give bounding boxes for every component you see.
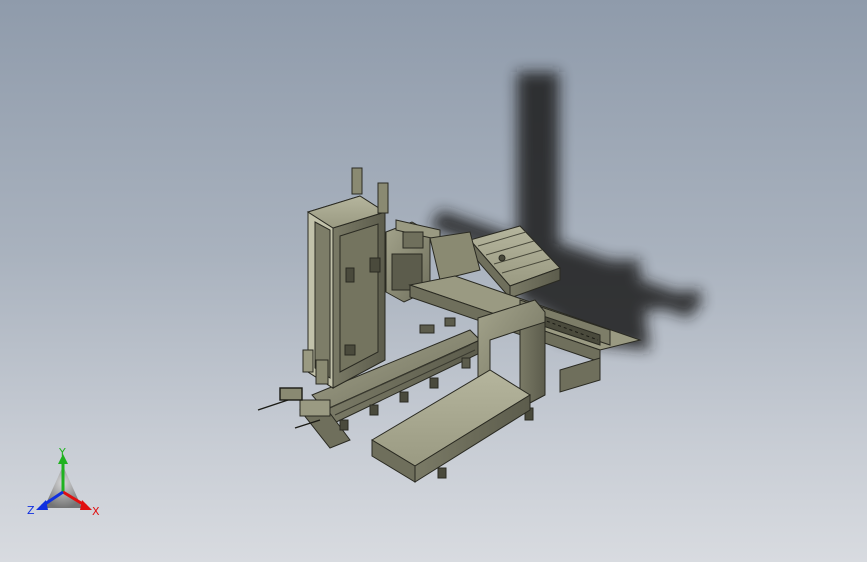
axis-triad[interactable]: Y X Z — [26, 448, 106, 520]
x-axis-arrowhead-icon — [80, 500, 92, 510]
z-axis-label: Z — [27, 504, 35, 517]
z-axis-arrowhead-icon — [36, 500, 48, 510]
x-axis-label: X — [92, 505, 100, 518]
graphics-viewport[interactable]: Y X Z — [0, 0, 867, 562]
y-axis-label: Y — [58, 448, 66, 459]
machine-assembly-model[interactable] — [0, 0, 867, 562]
machine-column[interactable] — [302, 167, 389, 389]
